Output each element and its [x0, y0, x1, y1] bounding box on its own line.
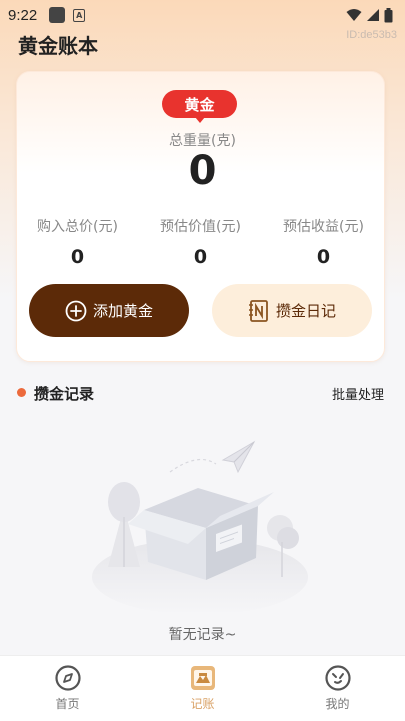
status-time: 9:22: [8, 6, 38, 24]
plus-circle-icon: [65, 300, 87, 321]
page-title: 黄金账本: [18, 34, 98, 58]
stat-estimated-value: 预估价值(元) 0: [139, 216, 262, 268]
gold-type-label: 黄金: [184, 95, 215, 114]
total-weight-value: 0: [188, 148, 217, 194]
stats-row: 购入总价(元) 0 预估价值(元) 0 预估收益(元) 0: [16, 216, 385, 268]
gold-diary-label: 攒金日记: [275, 302, 336, 320]
signal-icon: [367, 9, 379, 21]
stat-label: 预估价值(元): [160, 219, 241, 235]
add-gold-label: 添加黄金: [92, 302, 153, 320]
total-weight-label: 总重量(克): [169, 133, 236, 149]
stat-value: 0: [316, 246, 331, 268]
nav-label: 我的: [325, 697, 350, 711]
add-gold-button[interactable]: 添加黄金: [29, 284, 189, 337]
nav-label: 记账: [190, 697, 215, 711]
records-title: 攒金记录: [34, 385, 95, 403]
nav-item-profile[interactable]: 我的: [270, 656, 405, 721]
ledger-icon: [190, 666, 215, 690]
gold-type-badge[interactable]: 黄金: [162, 90, 237, 123]
nav-label: 首页: [55, 697, 80, 711]
empty-records-text: 暂无记录~: [168, 627, 237, 643]
nav-item-ledger[interactable]: 记账: [135, 656, 270, 721]
compass-icon: [54, 665, 81, 691]
stat-value: 0: [70, 246, 85, 268]
battery-icon: [384, 7, 393, 22]
nav-item-home[interactable]: 首页: [0, 656, 135, 721]
section-dot: [17, 388, 26, 397]
notification-app-icon: [49, 7, 66, 23]
bottom-nav: 首页 记账 我的: [0, 655, 405, 721]
gold-diary-button[interactable]: 攒金日记: [212, 284, 372, 337]
status-right: [346, 7, 393, 23]
stat-label: 预估收益(元): [283, 219, 364, 235]
status-bar: 9:22 A: [0, 0, 405, 30]
stat-purchase-total: 购入总价(元) 0: [16, 216, 139, 268]
user-id-label: ID:de53b3: [346, 29, 397, 41]
stat-value: 0: [193, 246, 208, 268]
notebook-icon: [248, 299, 268, 322]
batch-process-button[interactable]: 批量处理: [332, 384, 384, 403]
stat-label: 购入总价(元): [37, 219, 118, 235]
notification-a-icon: A: [73, 8, 86, 22]
stat-estimated-profit: 预估收益(元) 0: [262, 216, 385, 268]
profile-face-icon: [324, 665, 351, 691]
wifi-icon: [346, 9, 362, 21]
empty-box-illustration: [92, 440, 308, 615]
